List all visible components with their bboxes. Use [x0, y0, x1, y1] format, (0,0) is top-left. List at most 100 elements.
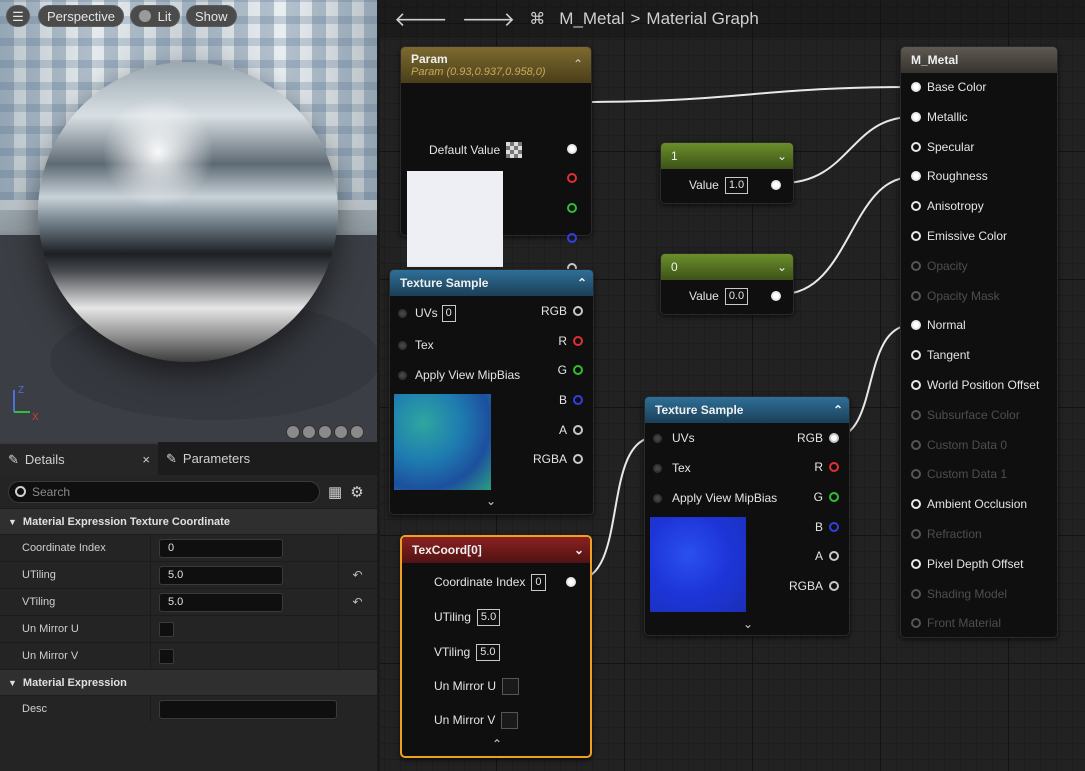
- back-arrow-icon[interactable]: 🡐: [394, 7, 448, 32]
- chevron-down-icon[interactable]: ⌄: [777, 260, 787, 274]
- material-input-pin: [911, 529, 921, 539]
- param-r-output-pin[interactable]: [567, 173, 577, 183]
- coordinate-index-field[interactable]: 0: [159, 538, 283, 558]
- tab-details[interactable]: ✎ Details ×: [0, 442, 158, 475]
- tex-input-pin[interactable]: [653, 463, 662, 473]
- plane-preview-icon[interactable]: [318, 425, 332, 439]
- uvs-input-pin[interactable]: [653, 433, 662, 443]
- lit-button[interactable]: Lit: [130, 5, 181, 27]
- unmirror-u-node-checkbox[interactable]: [502, 677, 519, 695]
- constant-node-1[interactable]: 1 ⌄ Value 1.0: [660, 142, 794, 204]
- viewport-menu-button[interactable]: ☰: [6, 5, 30, 27]
- rgba-output-pin[interactable]: [573, 454, 583, 464]
- param-b-output-pin[interactable]: [567, 233, 577, 243]
- mipbias-input-pin[interactable]: [653, 493, 662, 503]
- vtiling-field[interactable]: 5.0: [159, 592, 283, 612]
- vtiling-value-field[interactable]: 5.0: [476, 643, 500, 661]
- reset-to-default-icon[interactable]: ↶: [338, 562, 376, 588]
- close-tab-icon[interactable]: ×: [142, 443, 150, 476]
- material-input-pin[interactable]: [911, 231, 921, 241]
- uvs-value-field[interactable]: 0: [441, 304, 456, 322]
- material-input-pin[interactable]: [911, 320, 921, 331]
- constant-0-value-field[interactable]: 0.0: [724, 287, 749, 305]
- texture-sample-node-1[interactable]: Texture Sample ⌃ UVs 0 Tex Apply View Mi…: [389, 269, 594, 515]
- search-input[interactable]: Search: [8, 480, 320, 503]
- collapse-icon[interactable]: ⌃: [833, 403, 843, 417]
- unmirror-u-checkbox[interactable]: [159, 621, 174, 637]
- b-output-pin[interactable]: [829, 522, 839, 532]
- g-output-pin[interactable]: [573, 365, 583, 375]
- mipbias-input-pin[interactable]: [398, 370, 407, 380]
- checker-swatch-icon[interactable]: [506, 142, 523, 158]
- constant-0-output-pin[interactable]: [771, 291, 781, 301]
- constant-node-0[interactable]: 0 ⌄ Value 0.0: [660, 253, 794, 315]
- tab-parameters[interactable]: ✎ Parameters: [158, 442, 258, 475]
- graph-hierarchy-icon[interactable]: ⌘: [529, 9, 545, 29]
- collapse-icon[interactable]: ⌃: [492, 737, 502, 751]
- tex-input-pin[interactable]: [398, 340, 407, 350]
- cylinder-preview-icon[interactable]: [286, 425, 300, 439]
- param-node-header[interactable]: Param Param (0.93,0.937,0.958,0): [401, 47, 591, 83]
- utiling-value-field[interactable]: 5.0: [476, 608, 501, 626]
- g-output-pin[interactable]: [829, 492, 839, 502]
- material-preview-viewport[interactable]: ☰ Perspective Lit Show Z X: [0, 0, 377, 442]
- rgb-output-pin[interactable]: [573, 306, 583, 316]
- show-button[interactable]: Show: [186, 5, 237, 27]
- texcoord-node[interactable]: TexCoord[0] ⌄ Coordinate Index 0 UTiling…: [400, 535, 592, 758]
- custom-mesh-preview-icon[interactable]: [350, 425, 364, 439]
- constant-1-value-field[interactable]: 1.0: [724, 176, 749, 194]
- coordinate-index-value-field[interactable]: 0: [531, 573, 546, 591]
- property-row-coordinate-index: Coordinate Index 0: [0, 534, 377, 561]
- material-input-label: Emissive Color: [927, 229, 1008, 243]
- material-result-node[interactable]: M_Metal Base Color Metallic Specular Roughn…: [900, 46, 1058, 638]
- constant-1-output-pin[interactable]: [771, 180, 781, 190]
- unmirror-v-checkbox[interactable]: [159, 648, 174, 664]
- gear-icon[interactable]: ⚙: [350, 483, 363, 501]
- r-output-pin[interactable]: [829, 462, 839, 472]
- reset-to-default-icon[interactable]: ↶: [338, 589, 376, 615]
- utiling-field[interactable]: 5.0: [159, 565, 283, 585]
- unmirror-v-node-checkbox[interactable]: [501, 711, 519, 729]
- material-input-row: Custom Data 1: [911, 465, 1007, 483]
- breadcrumb-root[interactable]: M_Metal: [559, 9, 624, 29]
- section-material-expression[interactable]: ▼ Material Expression: [0, 669, 377, 695]
- param-node[interactable]: Param Param (0.93,0.937,0.958,0) ⌃ Defau…: [400, 46, 592, 273]
- collapse-icon[interactable]: ⌃: [577, 276, 587, 290]
- r-output-pin[interactable]: [573, 336, 583, 346]
- preview-shape-buttons[interactable]: [286, 425, 374, 439]
- material-input-pin[interactable]: [911, 350, 921, 361]
- material-input-pin[interactable]: [911, 171, 921, 182]
- forward-arrow-icon[interactable]: 🡒: [462, 7, 516, 32]
- chevron-down-icon[interactable]: ⌄: [574, 543, 584, 557]
- b-output-pin[interactable]: [573, 395, 583, 405]
- param-rgb-output-pin[interactable]: [567, 144, 577, 154]
- material-input-pin[interactable]: [911, 111, 921, 122]
- details-panel: ✎ Details × ✎ Parameters Search ▦ ⚙ ▼ Ma…: [0, 442, 377, 771]
- material-input-pin[interactable]: [911, 82, 921, 92]
- table-view-icon[interactable]: ▦: [328, 483, 342, 501]
- material-input-pin[interactable]: [911, 201, 921, 212]
- material-input-pin[interactable]: [911, 499, 921, 510]
- material-input-pin[interactable]: [911, 141, 921, 152]
- uvs-input-pin[interactable]: [398, 308, 407, 318]
- expand-icon[interactable]: ⌄: [486, 494, 496, 508]
- a-output-pin[interactable]: [573, 425, 583, 435]
- texture-sample-node-2[interactable]: Texture Sample ⌃ UVs Tex Apply View MipB…: [644, 396, 850, 636]
- desc-field[interactable]: [159, 699, 337, 719]
- texcoord-output-pin[interactable]: [566, 577, 576, 587]
- expand-icon[interactable]: ⌄: [743, 617, 753, 631]
- collapse-icon[interactable]: ⌃: [573, 57, 583, 71]
- section-texture-coordinate[interactable]: ▼ Material Expression Texture Coordinate: [0, 508, 377, 534]
- cube-preview-icon[interactable]: [334, 425, 348, 439]
- rgb-output-pin[interactable]: [829, 433, 839, 443]
- breadcrumb-page[interactable]: Material Graph: [646, 9, 758, 29]
- param-g-output-pin[interactable]: [567, 203, 577, 213]
- pencil-icon: ✎: [166, 451, 177, 466]
- material-input-pin[interactable]: [911, 380, 921, 390]
- a-output-pin[interactable]: [829, 551, 839, 561]
- rgba-output-pin[interactable]: [829, 581, 839, 591]
- sphere-preview-icon[interactable]: [302, 425, 316, 439]
- perspective-button[interactable]: Perspective: [38, 5, 124, 27]
- chevron-down-icon[interactable]: ⌄: [777, 149, 787, 163]
- material-input-pin[interactable]: [911, 558, 921, 569]
